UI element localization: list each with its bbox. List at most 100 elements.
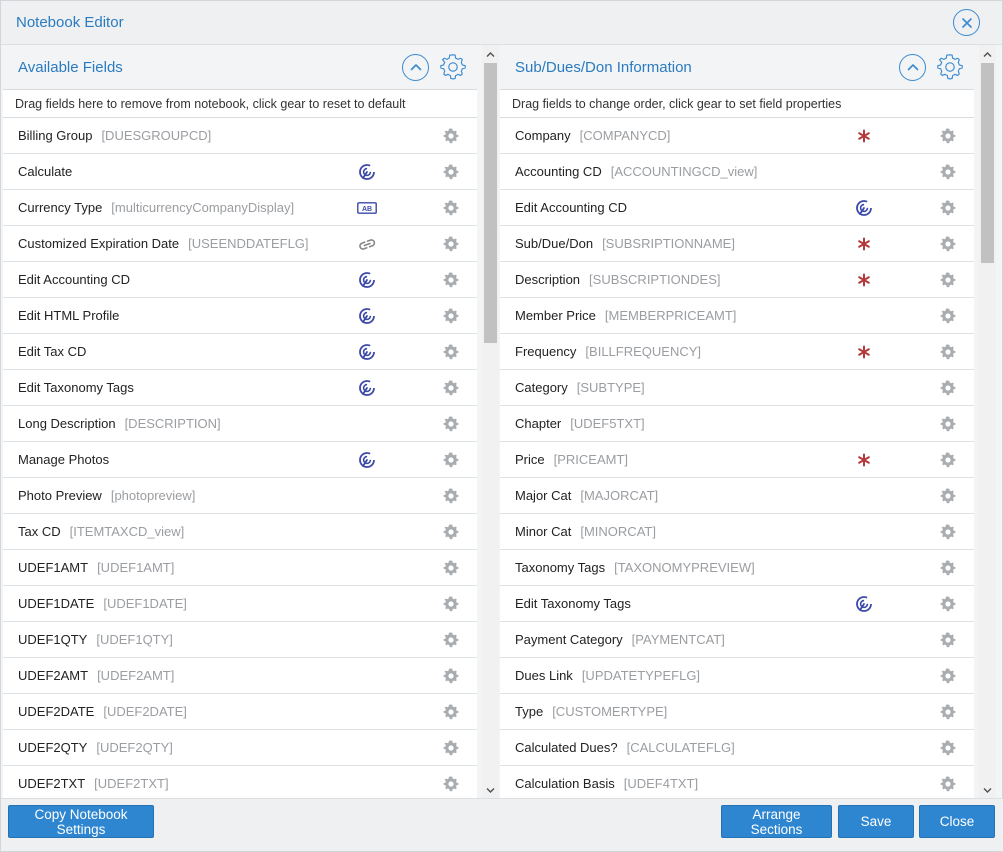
field-row[interactable]: UDEF2TXT [UDEF2TXT] bbox=[3, 766, 477, 800]
field-row[interactable]: Major Cat [MAJORCAT] bbox=[500, 478, 974, 514]
field-row[interactable]: Photo Preview [photopreview] bbox=[3, 478, 477, 514]
field-row[interactable]: Frequency [BILLFREQUENCY] bbox=[500, 334, 974, 370]
target-icon bbox=[356, 163, 378, 181]
field-gear-icon[interactable] bbox=[940, 272, 956, 288]
field-label: Calculate bbox=[18, 164, 73, 179]
field-gear-icon[interactable] bbox=[443, 776, 459, 792]
field-row[interactable]: Calculated Dues? [CALCULATEFLG] bbox=[500, 730, 974, 766]
field-gear-icon[interactable] bbox=[443, 596, 459, 612]
field-gear-icon[interactable] bbox=[940, 164, 956, 180]
left-scrollbar[interactable] bbox=[482, 45, 499, 800]
field-row[interactable]: Price [PRICEAMT] bbox=[500, 442, 974, 478]
field-gear-icon[interactable] bbox=[940, 668, 956, 684]
sub-dues-don-title: Sub/Dues/Don Information bbox=[515, 58, 692, 76]
field-row[interactable]: Calculation Basis [UDEF4TXT] bbox=[500, 766, 974, 800]
field-gear-icon[interactable] bbox=[940, 344, 956, 360]
field-gear-icon[interactable] bbox=[443, 632, 459, 648]
right-scrollbar-thumb[interactable] bbox=[981, 63, 994, 263]
field-label: Edit Taxonomy Tags bbox=[515, 596, 631, 611]
field-row[interactable]: Customized Expiration Date [USEENDDATEFLG… bbox=[3, 226, 477, 262]
section-gear-icon[interactable] bbox=[936, 53, 964, 81]
field-row[interactable]: Member Price [MEMBERPRICEAMT] bbox=[500, 298, 974, 334]
field-row[interactable]: Edit Taxonomy Tags bbox=[3, 370, 477, 406]
field-row[interactable]: Type [CUSTOMERTYPE] bbox=[500, 694, 974, 730]
field-row[interactable]: Edit Accounting CD bbox=[3, 262, 477, 298]
field-row[interactable]: Dues Link [UPDATETYPEFLG] bbox=[500, 658, 974, 694]
scroll-up-arrow-icon[interactable] bbox=[486, 50, 495, 59]
field-row[interactable]: UDEF1AMT [UDEF1AMT] bbox=[3, 550, 477, 586]
field-gear-icon[interactable] bbox=[443, 740, 459, 756]
field-gear-icon[interactable] bbox=[940, 632, 956, 648]
field-row[interactable]: Calculate bbox=[3, 154, 477, 190]
field-row[interactable]: Chapter [UDEF5TXT] bbox=[500, 406, 974, 442]
field-gear-icon[interactable] bbox=[940, 560, 956, 576]
field-gear-icon[interactable] bbox=[940, 308, 956, 324]
field-row[interactable]: Billing Group [DUESGROUPCD] bbox=[3, 118, 477, 154]
close-icon[interactable] bbox=[953, 9, 980, 36]
field-row[interactable]: UDEF1DATE [UDEF1DATE] bbox=[3, 586, 477, 622]
field-gear-icon[interactable] bbox=[443, 200, 459, 216]
field-row[interactable]: Company [COMPANYCD] bbox=[500, 118, 974, 154]
field-gear-icon[interactable] bbox=[940, 200, 956, 216]
field-gear-icon[interactable] bbox=[940, 524, 956, 540]
field-row[interactable]: UDEF1QTY [UDEF1QTY] bbox=[3, 622, 477, 658]
field-gear-icon[interactable] bbox=[940, 128, 956, 144]
field-gear-icon[interactable] bbox=[443, 164, 459, 180]
field-gear-icon[interactable] bbox=[443, 416, 459, 432]
field-gear-icon[interactable] bbox=[443, 272, 459, 288]
scroll-up-arrow-icon[interactable] bbox=[983, 50, 992, 59]
save-button[interactable]: Save bbox=[838, 805, 914, 838]
field-row[interactable]: Sub/Due/Don [SUBSRIPTIONNAME] bbox=[500, 226, 974, 262]
collapse-panel-icon[interactable] bbox=[899, 53, 926, 81]
field-row[interactable]: Accounting CD [ACCOUNTINGCD_view] bbox=[500, 154, 974, 190]
field-gear-icon[interactable] bbox=[940, 704, 956, 720]
field-row[interactable]: Taxonomy Tags [TAXONOMYPREVIEW] bbox=[500, 550, 974, 586]
field-code: [USEENDDATEFLG] bbox=[188, 236, 309, 251]
field-gear-icon[interactable] bbox=[940, 740, 956, 756]
field-row[interactable]: Long Description [DESCRIPTION] bbox=[3, 406, 477, 442]
field-row[interactable]: Currency Type [multicurrencyCompanyDispla… bbox=[3, 190, 477, 226]
copy-notebook-settings-button[interactable]: Copy Notebook Settings bbox=[8, 805, 154, 838]
field-gear-icon[interactable] bbox=[443, 524, 459, 540]
field-gear-icon[interactable] bbox=[940, 452, 956, 468]
field-row[interactable]: Minor Cat [MINORCAT] bbox=[500, 514, 974, 550]
field-row[interactable]: UDEF2AMT [UDEF2AMT] bbox=[3, 658, 477, 694]
scroll-down-arrow-icon[interactable] bbox=[983, 786, 992, 795]
field-row[interactable]: Description [SUBSCRIPTIONDES] bbox=[500, 262, 974, 298]
left-scrollbar-thumb[interactable] bbox=[484, 63, 497, 343]
field-gear-icon[interactable] bbox=[940, 416, 956, 432]
field-gear-icon[interactable] bbox=[443, 668, 459, 684]
field-row[interactable]: Edit Accounting CD bbox=[500, 190, 974, 226]
field-gear-icon[interactable] bbox=[443, 344, 459, 360]
field-label: Edit HTML Profile bbox=[18, 308, 120, 323]
reset-gear-icon[interactable] bbox=[439, 53, 467, 81]
field-row[interactable]: Edit Taxonomy Tags bbox=[500, 586, 974, 622]
field-gear-icon[interactable] bbox=[443, 488, 459, 504]
field-gear-icon[interactable] bbox=[940, 236, 956, 252]
field-gear-icon[interactable] bbox=[443, 380, 459, 396]
field-row[interactable]: Tax CD [ITEMTAXCD_view] bbox=[3, 514, 477, 550]
field-gear-icon[interactable] bbox=[940, 380, 956, 396]
field-gear-icon[interactable] bbox=[940, 596, 956, 612]
field-row[interactable]: Payment Category [PAYMENTCAT] bbox=[500, 622, 974, 658]
scroll-down-arrow-icon[interactable] bbox=[486, 786, 495, 795]
field-gear-icon[interactable] bbox=[443, 704, 459, 720]
field-gear-icon[interactable] bbox=[940, 776, 956, 792]
field-label: Long Description bbox=[18, 416, 116, 431]
field-row[interactable]: UDEF2DATE [UDEF2DATE] bbox=[3, 694, 477, 730]
field-row[interactable]: Manage Photos bbox=[3, 442, 477, 478]
field-gear-icon[interactable] bbox=[443, 308, 459, 324]
field-row[interactable]: Edit Tax CD bbox=[3, 334, 477, 370]
collapse-panel-icon[interactable] bbox=[402, 53, 429, 81]
field-row[interactable]: Edit HTML Profile bbox=[3, 298, 477, 334]
field-gear-icon[interactable] bbox=[443, 452, 459, 468]
arrange-sections-button[interactable]: Arrange Sections bbox=[721, 805, 832, 838]
field-gear-icon[interactable] bbox=[940, 488, 956, 504]
right-scrollbar[interactable] bbox=[979, 45, 996, 800]
field-gear-icon[interactable] bbox=[443, 128, 459, 144]
field-gear-icon[interactable] bbox=[443, 560, 459, 576]
field-row[interactable]: Category [SUBTYPE] bbox=[500, 370, 974, 406]
field-gear-icon[interactable] bbox=[443, 236, 459, 252]
field-row[interactable]: UDEF2QTY [UDEF2QTY] bbox=[3, 730, 477, 766]
close-button[interactable]: Close bbox=[919, 805, 995, 838]
